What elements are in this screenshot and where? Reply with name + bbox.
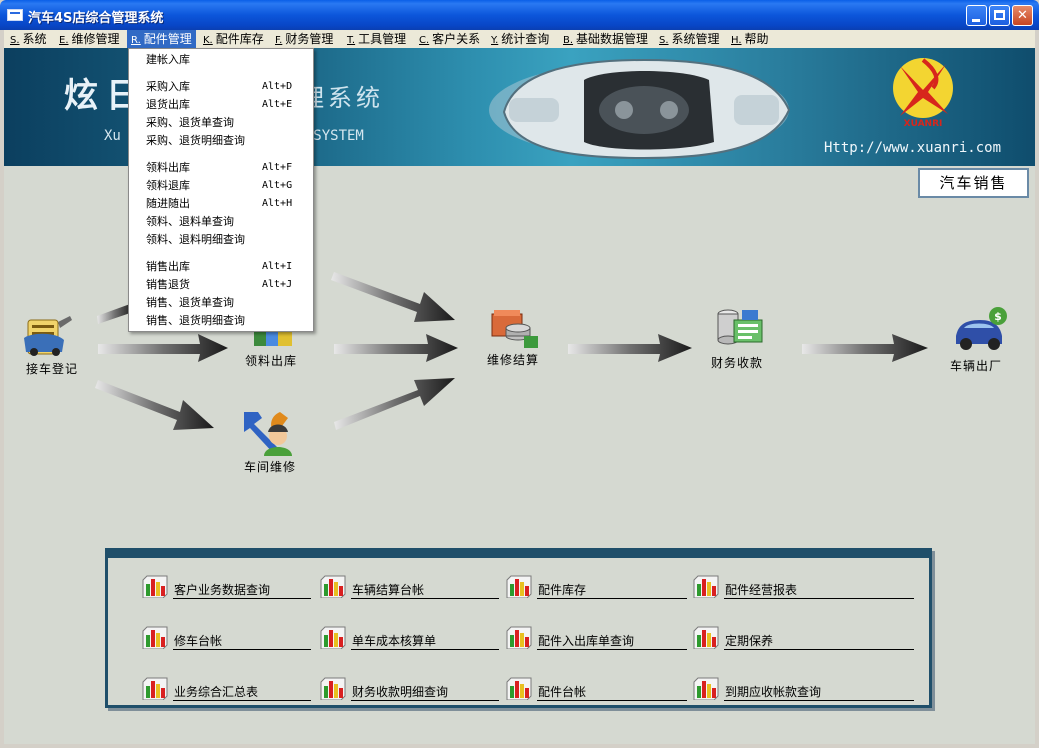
- report-chart-icon: [506, 626, 532, 649]
- report-underline: [724, 700, 914, 701]
- report-label[interactable]: 修车台帐: [174, 632, 222, 649]
- report-underline: [351, 598, 499, 599]
- report-underline: [351, 649, 499, 650]
- dd-item-in-out[interactable]: 随进随出 Alt+H: [129, 195, 313, 213]
- report-item[interactable]: 业务综合汇总表: [141, 674, 313, 704]
- vehicle-exit-icon[interactable]: $: [952, 306, 1008, 352]
- report-label[interactable]: 配件入出库单查询: [538, 632, 634, 649]
- report-chart-icon: [142, 575, 168, 598]
- dd-item-purchase-detail[interactable]: 采购、退货明细查询: [129, 132, 313, 150]
- report-item[interactable]: 车辆结算台帐: [319, 572, 501, 602]
- svg-text:$: $: [994, 310, 1002, 323]
- report-item[interactable]: 配件台帐: [505, 674, 689, 704]
- dd-separator: [132, 154, 310, 155]
- arrow-reception-to-parts: [98, 334, 228, 362]
- report-label[interactable]: 到期应收帐款查询: [725, 683, 821, 700]
- arrow-settlement-to-finance: [568, 334, 692, 362]
- report-label[interactable]: 单车成本核算单: [352, 632, 436, 649]
- report-label[interactable]: 客户业务数据查询: [174, 581, 270, 598]
- report-chart-icon: [320, 626, 346, 649]
- report-label[interactable]: 配件库存: [538, 581, 586, 598]
- report-underline: [173, 649, 311, 650]
- dd-item-issue-detail[interactable]: 领料、退料明细查询: [129, 231, 313, 249]
- parts-menu-dropdown: 建帐入库 采购入库 Alt+D 退货出库 Alt+E 采购、退货单查询 采购、退货明…: [128, 48, 314, 332]
- report-chart-icon: [693, 677, 719, 700]
- dd-item-sales-return[interactable]: 销售退货 Alt+J: [129, 276, 313, 294]
- parts-out-label[interactable]: 领料出库: [245, 352, 297, 369]
- arrow-workshop-to-settlement: [334, 378, 455, 430]
- report-underline: [724, 649, 914, 650]
- repair-settlement-icon[interactable]: [488, 306, 540, 350]
- arrow-top-to-settlement: [331, 272, 455, 322]
- report-chart-icon: [320, 575, 346, 598]
- report-chart-icon: [693, 575, 719, 598]
- main-window: 汽车4S店综合管理系统 ✕ S. 系统 E. 维修管理 R. 配件管理 K. 配件库存 …: [0, 0, 1039, 748]
- report-label[interactable]: 定期保养: [725, 632, 773, 649]
- report-label[interactable]: 配件台帐: [538, 683, 586, 700]
- report-chart-icon: [320, 677, 346, 700]
- report-chart-icon: [506, 575, 532, 598]
- workshop-repair-icon[interactable]: [240, 408, 298, 456]
- report-item[interactable]: 财务收款明细查询: [319, 674, 501, 704]
- report-label[interactable]: 财务收款明细查询: [352, 683, 448, 700]
- reception-register-icon[interactable]: [22, 312, 74, 358]
- report-underline: [173, 700, 311, 701]
- dd-item-opening-stock[interactable]: 建帐入库: [129, 51, 313, 69]
- report-label[interactable]: 配件经营报表: [725, 581, 797, 598]
- report-chart-icon: [506, 677, 532, 700]
- report-underline: [173, 598, 311, 599]
- report-item[interactable]: 定期保养: [692, 623, 916, 653]
- dd-item-issue-return[interactable]: 领料退库 Alt+G: [129, 177, 313, 195]
- dd-item-return-out[interactable]: 退货出库 Alt+E: [129, 96, 313, 114]
- report-label[interactable]: 车辆结算台帐: [352, 581, 424, 598]
- report-item[interactable]: 配件经营报表: [692, 572, 916, 602]
- dd-item-issue-out[interactable]: 领料出库 Alt+F: [129, 159, 313, 177]
- dd-item-sales-detail[interactable]: 销售、退货明细查询: [129, 312, 313, 330]
- dd-separator: [132, 253, 310, 254]
- report-underline: [537, 598, 687, 599]
- finance-payment-label[interactable]: 财务收款: [711, 354, 763, 371]
- report-underline: [537, 700, 687, 701]
- finance-payment-icon[interactable]: [712, 304, 766, 352]
- dd-separator: [132, 73, 310, 74]
- report-chart-icon: [693, 626, 719, 649]
- report-item[interactable]: 到期应收帐款查询: [692, 674, 916, 704]
- report-underline: [537, 649, 687, 650]
- report-item[interactable]: 修车台帐: [141, 623, 313, 653]
- report-chart-icon: [142, 626, 168, 649]
- report-chart-icon: [142, 677, 168, 700]
- dd-item-sales-out[interactable]: 销售出库 Alt+I: [129, 258, 313, 276]
- dd-item-sales-query[interactable]: 销售、退货单查询: [129, 294, 313, 312]
- report-underline: [724, 598, 914, 599]
- workshop-repair-label[interactable]: 车间维修: [244, 458, 296, 475]
- report-underline: [351, 700, 499, 701]
- report-item[interactable]: 单车成本核算单: [319, 623, 501, 653]
- dd-item-purchase-query[interactable]: 采购、退货单查询: [129, 114, 313, 132]
- arrow-parts-to-settlement: [334, 334, 458, 362]
- vehicle-exit-label[interactable]: 车辆出厂: [950, 357, 1002, 374]
- reception-register-label[interactable]: 接车登记: [26, 360, 78, 377]
- report-label[interactable]: 业务综合汇总表: [174, 683, 258, 700]
- report-item[interactable]: 配件库存: [505, 572, 689, 602]
- dd-item-issue-query[interactable]: 领料、退料单查询: [129, 213, 313, 231]
- reports-panel: 客户业务数据查询 车辆结算台帐 配件库存 配件经营报表修车台帐 单车成本核算单 配件入出库…: [105, 548, 932, 708]
- repair-settlement-label[interactable]: 维修结算: [487, 351, 539, 368]
- arrow-finance-to-exit: [802, 334, 928, 362]
- report-item[interactable]: 客户业务数据查询: [141, 572, 313, 602]
- arrow-reception-to-workshop: [95, 380, 214, 430]
- report-item[interactable]: 配件入出库单查询: [505, 623, 689, 653]
- dd-item-purchase-in[interactable]: 采购入库 Alt+D: [129, 78, 313, 96]
